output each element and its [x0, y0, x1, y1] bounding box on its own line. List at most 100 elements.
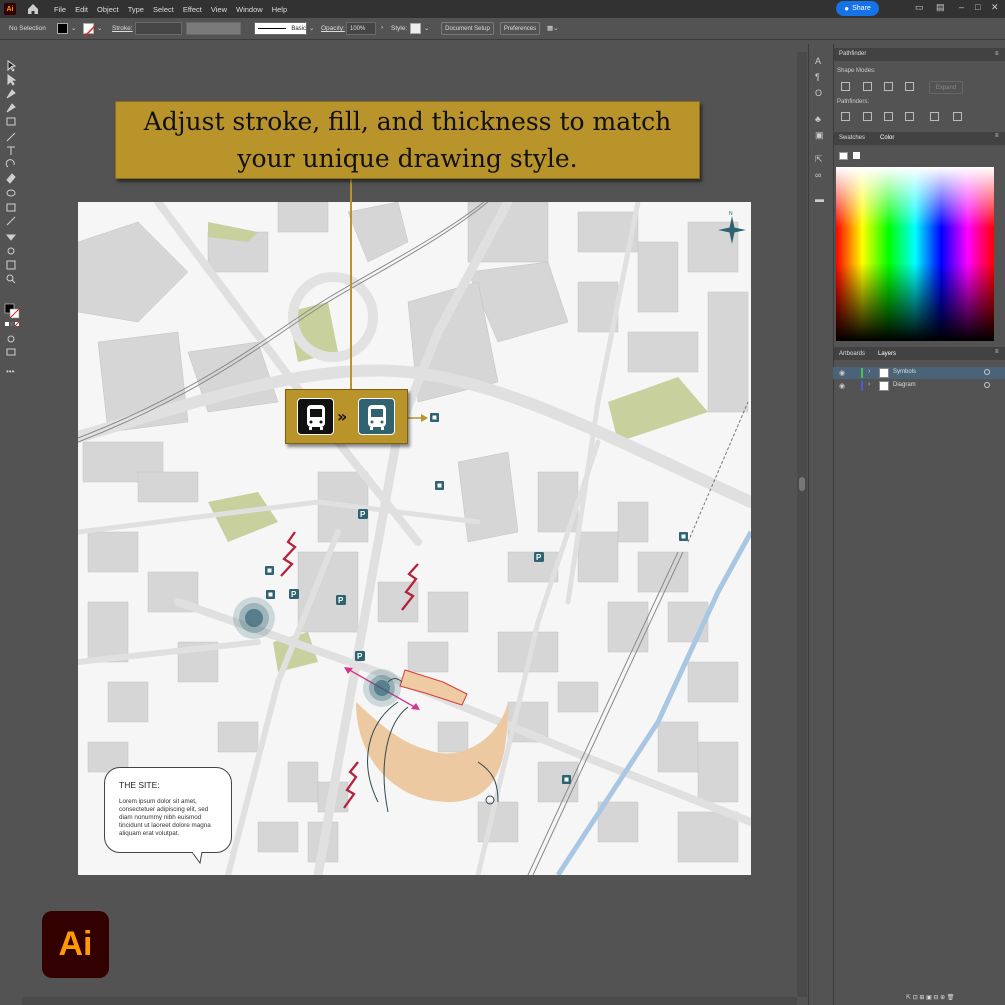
instruction-callout[interactable]: Adjust stroke, fill, and thickness to ma… — [115, 101, 700, 179]
intersect-icon[interactable] — [884, 82, 893, 91]
workspace-icon[interactable]: ▤ — [936, 2, 945, 13]
stroke-label[interactable]: Stroke: — [112, 25, 133, 32]
visibility-eye-icon[interactable]: ◉ — [839, 382, 845, 390]
chevron-down-icon[interactable]: ⌄ — [71, 24, 76, 32]
svg-text:P: P — [360, 510, 366, 519]
home-icon[interactable] — [26, 2, 40, 16]
share-button[interactable]: ● Share — [836, 1, 879, 16]
layer-thumbnail — [879, 368, 889, 378]
preferences-button[interactable]: Preferences — [500, 22, 540, 35]
control-bar: No Selection ⌄ ⌄ Stroke: Basic ⌄ Opacity… — [0, 18, 1005, 40]
merge-icon[interactable] — [884, 112, 893, 121]
stroke-swatch[interactable] — [83, 23, 96, 38]
links-icon[interactable]: ∞ — [815, 170, 827, 180]
variable-width-profile[interactable] — [186, 22, 241, 35]
tab-swatches[interactable]: Swatches — [839, 135, 865, 141]
comments-icon[interactable]: ▬ — [815, 194, 827, 204]
target-circle-icon[interactable] — [984, 382, 990, 388]
chevron-right-icon[interactable]: › — [868, 381, 870, 388]
bus-icon-teal[interactable] — [358, 398, 395, 435]
tab-layers[interactable]: Layers — [878, 351, 896, 357]
layer-thumbnail — [879, 381, 889, 391]
color-fill-swatch[interactable] — [839, 152, 848, 160]
target-circle-icon[interactable] — [984, 369, 990, 375]
layer-color-bar — [861, 381, 863, 391]
layer-row-diagram[interactable]: ◉ › Diagram — [833, 380, 1005, 392]
callout-leader-line — [350, 179, 352, 389]
panel-menu-icon[interactable]: ≡ — [995, 133, 999, 139]
visibility-eye-icon[interactable]: ◉ — [839, 369, 845, 377]
bus-icon-black[interactable] — [297, 398, 334, 435]
tab-pathfinder[interactable]: Pathfinder — [839, 51, 866, 57]
document-setup-button[interactable]: Document Setup — [441, 22, 494, 35]
graphic-styles-icon[interactable]: ▣ — [815, 130, 827, 140]
site-note-title: THE SITE: — [119, 780, 160, 790]
layers-footer-icons[interactable]: ⇱ ⊡ ⊞ ▣ ⊟ ⊕ 🗑 — [906, 994, 954, 1001]
minus-front-icon[interactable] — [863, 82, 872, 91]
svg-text:P: P — [338, 596, 344, 605]
symbols-icon[interactable]: ♣ — [815, 114, 827, 124]
app-logo-icon: Ai — [4, 3, 16, 15]
svg-text:P: P — [357, 652, 363, 661]
tab-artboards[interactable]: Artboards — [839, 351, 865, 357]
bus-icon — [367, 404, 386, 430]
minimize-icon[interactable]: – — [959, 2, 964, 12]
chevron-down-icon[interactable]: ⌄ — [424, 24, 429, 32]
main-menu: File Edit Object Type Select Effect View Window… — [54, 5, 296, 14]
menu-view[interactable]: View — [211, 5, 227, 14]
bubble-tail-icon — [192, 852, 203, 864]
layer-name[interactable]: Diagram — [893, 382, 916, 388]
outline-icon[interactable] — [930, 112, 939, 121]
color-spectrum-picker[interactable] — [836, 167, 994, 341]
color-stroke-swatch[interactable] — [853, 152, 860, 159]
stroke-weight-field[interactable] — [135, 22, 182, 35]
chevron-right-icon[interactable]: › — [381, 24, 383, 31]
bus-icon — [306, 404, 325, 430]
paragraph-icon[interactable]: ¶ — [815, 72, 827, 82]
menu-type[interactable]: Type — [128, 5, 144, 14]
menu-select[interactable]: Select — [153, 5, 174, 14]
chevron-down-icon[interactable]: ⌄ — [97, 24, 102, 32]
expand-button[interactable]: Expand — [929, 81, 963, 94]
none-slash-icon — [83, 25, 96, 38]
exclude-icon[interactable] — [905, 82, 914, 91]
brush-definition[interactable]: Basic — [254, 22, 307, 35]
panel-menu-icon[interactable]: ≡ — [995, 349, 999, 355]
layer-row-symbols[interactable]: ◉ › Symbols — [833, 367, 1005, 379]
layer-name[interactable]: Symbols — [893, 369, 916, 375]
crop-icon[interactable] — [905, 112, 914, 121]
unite-icon[interactable] — [841, 82, 850, 91]
scroll-thumb[interactable] — [799, 477, 805, 491]
style-swatch[interactable] — [410, 23, 421, 34]
site-note-bubble[interactable]: THE SITE: Lorem ipsum dolor sit amet, co… — [104, 767, 232, 853]
tab-color[interactable]: Color — [880, 135, 894, 141]
opacity-field[interactable]: 100% — [346, 22, 376, 35]
layer-color-bar — [861, 368, 863, 378]
horizontal-scrollbar[interactable] — [22, 997, 797, 1005]
export-icon[interactable]: ⇱ — [815, 154, 827, 164]
maximize-icon[interactable]: □ — [975, 2, 980, 12]
opacity-label[interactable]: Opacity: — [321, 25, 345, 32]
chevron-down-icon[interactable]: ⌄ — [309, 24, 314, 32]
chevron-right-icon[interactable]: › — [868, 368, 870, 375]
divide-icon[interactable] — [841, 112, 850, 121]
menu-window[interactable]: Window — [236, 5, 263, 14]
trim-icon[interactable] — [863, 112, 872, 121]
menu-object[interactable]: Object — [97, 5, 119, 14]
bus-symbol-comparison[interactable]: » — [285, 389, 408, 444]
opentype-icon[interactable]: O — [815, 88, 827, 98]
menu-edit[interactable]: Edit — [75, 5, 88, 14]
vertical-scrollbar[interactable] — [797, 52, 807, 997]
menu-help[interactable]: Help — [272, 5, 287, 14]
arrange-icon[interactable]: ▦⌄ — [547, 24, 559, 32]
menu-file[interactable]: File — [54, 5, 66, 14]
arrange-docs-icon[interactable]: ▭ — [915, 2, 924, 13]
menu-effect[interactable]: Effect — [183, 5, 202, 14]
style-label: Style: — [391, 25, 408, 32]
minus-back-icon[interactable] — [953, 112, 962, 121]
fill-swatch[interactable] — [57, 23, 68, 34]
panel-menu-icon[interactable]: ≡ — [995, 51, 999, 57]
selection-status: No Selection — [9, 25, 46, 32]
close-icon[interactable]: ✕ — [991, 2, 999, 13]
character-icon[interactable]: A — [815, 56, 827, 66]
